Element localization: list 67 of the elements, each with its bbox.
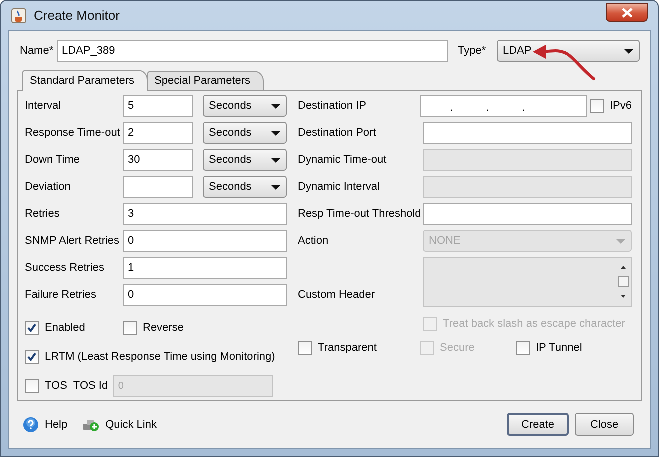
name-field[interactable]: LDAP_389	[57, 40, 448, 62]
footer-link[interactable]: Quick Link	[82, 416, 157, 432]
input-field[interactable]: 1	[123, 257, 287, 279]
input-field[interactable]: 2	[123, 122, 193, 144]
unit-dropdown[interactable]: Seconds	[203, 122, 287, 144]
unit-dropdown[interactable]: Seconds	[203, 149, 287, 171]
input-field[interactable]	[123, 176, 193, 198]
footer-link[interactable]: Help	[23, 416, 68, 432]
ip-separator: .	[486, 102, 490, 114]
field-label: Custom Header	[298, 289, 376, 303]
annotation-arrow	[533, 45, 596, 80]
input-field[interactable]: 3	[123, 203, 287, 225]
close-button[interactable]	[606, 3, 648, 22]
input-field[interactable]: 30	[123, 149, 193, 171]
field-label: Resp Time-out Threshold	[298, 208, 422, 220]
unit-dropdown[interactable]: Seconds	[203, 95, 287, 117]
unit-dropdown[interactable]: Seconds	[203, 176, 287, 198]
field-label: SNMP Alert Retries	[25, 235, 121, 247]
field-label: Deviation	[25, 181, 72, 193]
input-field[interactable]: 0	[123, 284, 287, 306]
caret-icon	[616, 238, 626, 244]
app-icon	[11, 8, 27, 24]
type-label: Type*	[458, 45, 488, 57]
checkbox[interactable]: TOS	[25, 378, 68, 394]
checkbox[interactable]: LRTM (Least Response Time using Monitoring)	[25, 349, 276, 365]
field-label: Response Time-out	[25, 127, 122, 139]
dialog-button[interactable]: Create	[507, 413, 569, 436]
checkbox[interactable]: Reverse	[123, 320, 184, 336]
caret-icon	[271, 158, 281, 162]
checkbox[interactable]: IP Tunnel	[516, 340, 582, 356]
input-field[interactable]	[423, 122, 632, 144]
close-icon	[622, 8, 632, 18]
link-label: Quick Link	[106, 418, 157, 430]
link-label: Help	[45, 418, 68, 430]
field-label: Dynamic Time-out	[298, 154, 388, 166]
caret-icon	[271, 130, 281, 136]
ip-address-field[interactable]: . . .	[420, 95, 587, 117]
field-label: Action	[298, 235, 330, 247]
caret-icon	[271, 184, 281, 190]
ip-separator: .	[522, 102, 526, 114]
input-field[interactable]	[423, 203, 632, 225]
dialog-button[interactable]: Close	[575, 413, 634, 436]
window-title: Create Monitor	[34, 8, 120, 23]
field-label: Interval	[25, 100, 62, 112]
field-label: Destination IP	[298, 100, 368, 112]
field-label: Destination Port	[298, 127, 378, 139]
field-label: Failure Retries	[25, 289, 98, 301]
check-icon	[27, 323, 37, 333]
help-icon	[23, 416, 39, 432]
tab[interactable]: Standard Parameters	[22, 70, 148, 91]
field-label: Dynamic Interval	[298, 181, 381, 193]
checkbox[interactable]: Enabled	[25, 320, 123, 336]
check-icon	[27, 352, 37, 362]
input-field[interactable]: 5	[123, 95, 193, 117]
type-dropdown[interactable]: LDAP	[497, 40, 640, 62]
field-label: Down Time	[25, 154, 82, 166]
checkbox[interactable]: Transparent	[298, 340, 420, 356]
input-field[interactable]: 0	[123, 230, 287, 252]
name-label: Name*	[19, 45, 55, 57]
checkbox[interactable]: IPv6	[590, 98, 632, 114]
field-label: TOS Id	[73, 380, 110, 392]
caret-icon	[271, 104, 281, 108]
field-label: Retries	[25, 208, 61, 220]
ip-separator: .	[450, 102, 454, 114]
caret-icon	[624, 48, 634, 54]
tab[interactable]: Special Parameters	[146, 71, 264, 90]
field-label: Success Retries	[25, 262, 106, 274]
